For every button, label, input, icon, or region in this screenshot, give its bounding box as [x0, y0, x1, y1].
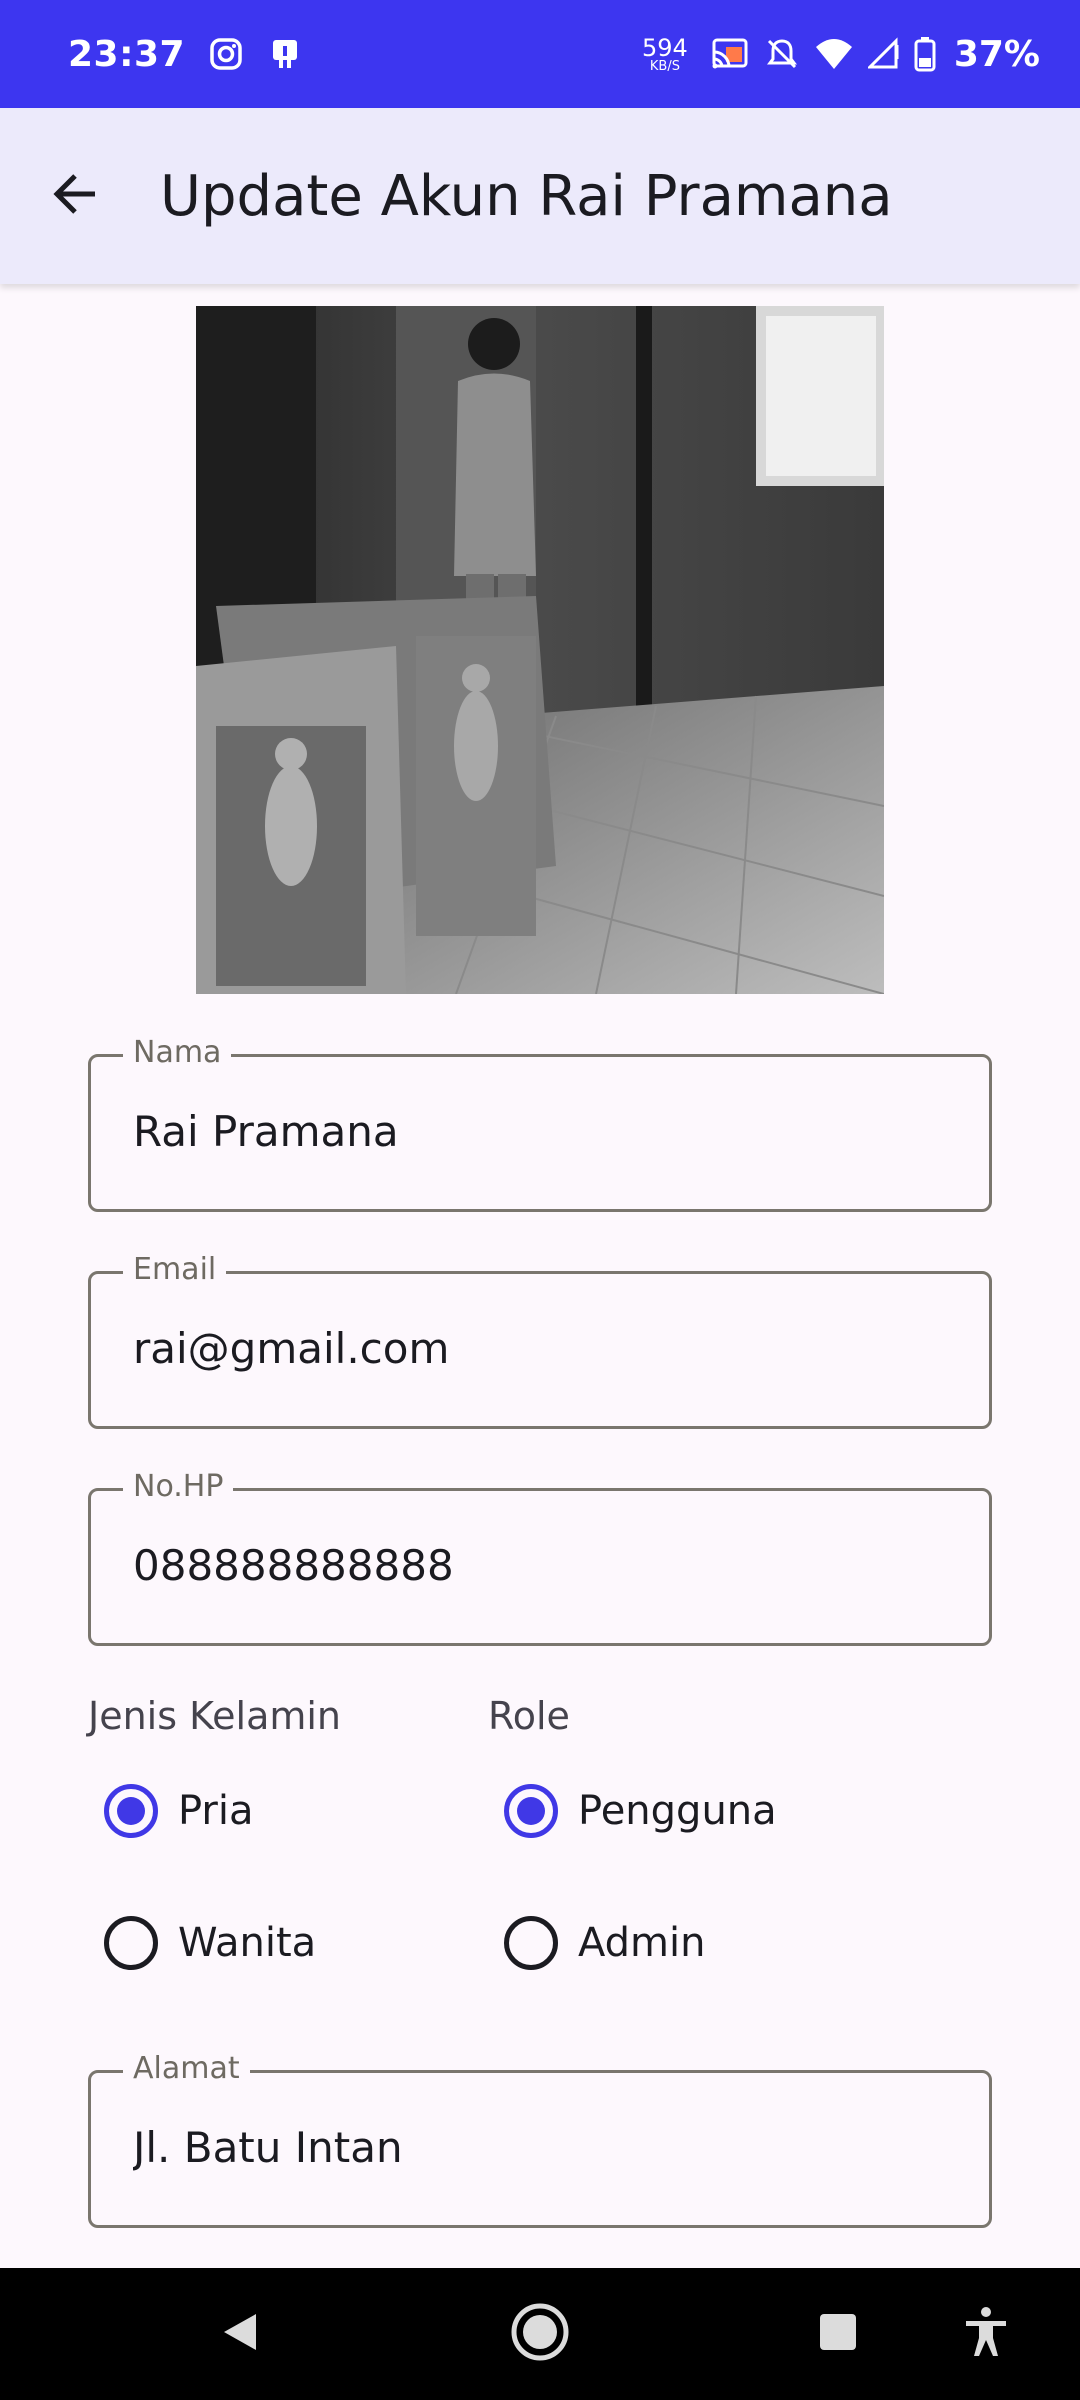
radio-pengguna[interactable]: Pengguna: [504, 1784, 777, 1838]
phone-label: No.HP: [123, 1469, 234, 1504]
status-time: 23:37: [68, 33, 186, 75]
alamat-input[interactable]: [133, 2123, 953, 2172]
net-speed-value: 594: [642, 33, 688, 62]
nav-home-button[interactable]: [500, 2294, 580, 2374]
email-input[interactable]: [133, 1324, 953, 1373]
home-circle-icon: [510, 2302, 570, 2366]
gender-group-title: Jenis Kelamin: [88, 1694, 342, 1738]
radio-wanita-label: Wanita: [178, 1920, 317, 1966]
nav-accessibility-button[interactable]: [946, 2294, 1026, 2374]
phone-field[interactable]: No.HP: [88, 1469, 992, 1646]
back-triangle-icon: [218, 2310, 262, 2358]
status-bar: 23:37 594 KB/S 37%: [0, 0, 1080, 108]
battery-percent: 37%: [953, 33, 1040, 75]
radio-unchecked-icon: [504, 1916, 558, 1970]
arrow-back-icon: [51, 169, 101, 223]
nav-back-button[interactable]: [200, 2294, 280, 2374]
signal-icon: [867, 37, 900, 71]
recents-square-icon: [816, 2310, 860, 2358]
back-button[interactable]: [28, 148, 124, 244]
alamat-label: Alamat: [123, 2051, 250, 2086]
radio-admin-label: Admin: [578, 1920, 706, 1966]
radio-pria-label: Pria: [178, 1788, 254, 1834]
instagram-icon: [209, 37, 243, 71]
radio-pria[interactable]: Pria: [104, 1784, 254, 1838]
email-label: Email: [123, 1252, 227, 1287]
phone-input[interactable]: [133, 1541, 953, 1590]
accessibility-icon: [962, 2305, 1010, 2363]
net-speed-unit: KB/S: [649, 58, 680, 74]
page-title: Update Akun Rai Pramana: [160, 163, 893, 229]
nama-label: Nama: [123, 1035, 232, 1070]
radio-admin[interactable]: Admin: [504, 1916, 705, 1970]
battery-icon: [914, 36, 936, 72]
nama-input[interactable]: [133, 1107, 953, 1156]
app-notification-icon: [267, 36, 303, 72]
role-group-title: Role: [488, 1694, 570, 1738]
alamat-field[interactable]: Alamat: [88, 2051, 992, 2228]
radio-checked-icon: [504, 1784, 558, 1838]
wifi-icon: [814, 37, 854, 71]
system-nav-bar: [0, 2268, 1080, 2400]
nama-field[interactable]: Nama: [88, 1035, 992, 1212]
radio-pengguna-label: Pengguna: [578, 1788, 777, 1834]
radio-wanita[interactable]: Wanita: [104, 1916, 316, 1970]
top-app-bar: Update Akun Rai Pramana: [0, 108, 1080, 284]
radio-checked-icon: [104, 1784, 158, 1838]
net-speed-indicator: 594 KB/S: [642, 36, 688, 73]
email-field[interactable]: Email: [88, 1252, 992, 1429]
nav-recents-button[interactable]: [798, 2294, 878, 2374]
profile-photo[interactable]: [196, 306, 884, 994]
cast-icon: [710, 37, 750, 71]
mute-icon: [764, 36, 800, 72]
radio-unchecked-icon: [104, 1916, 158, 1970]
